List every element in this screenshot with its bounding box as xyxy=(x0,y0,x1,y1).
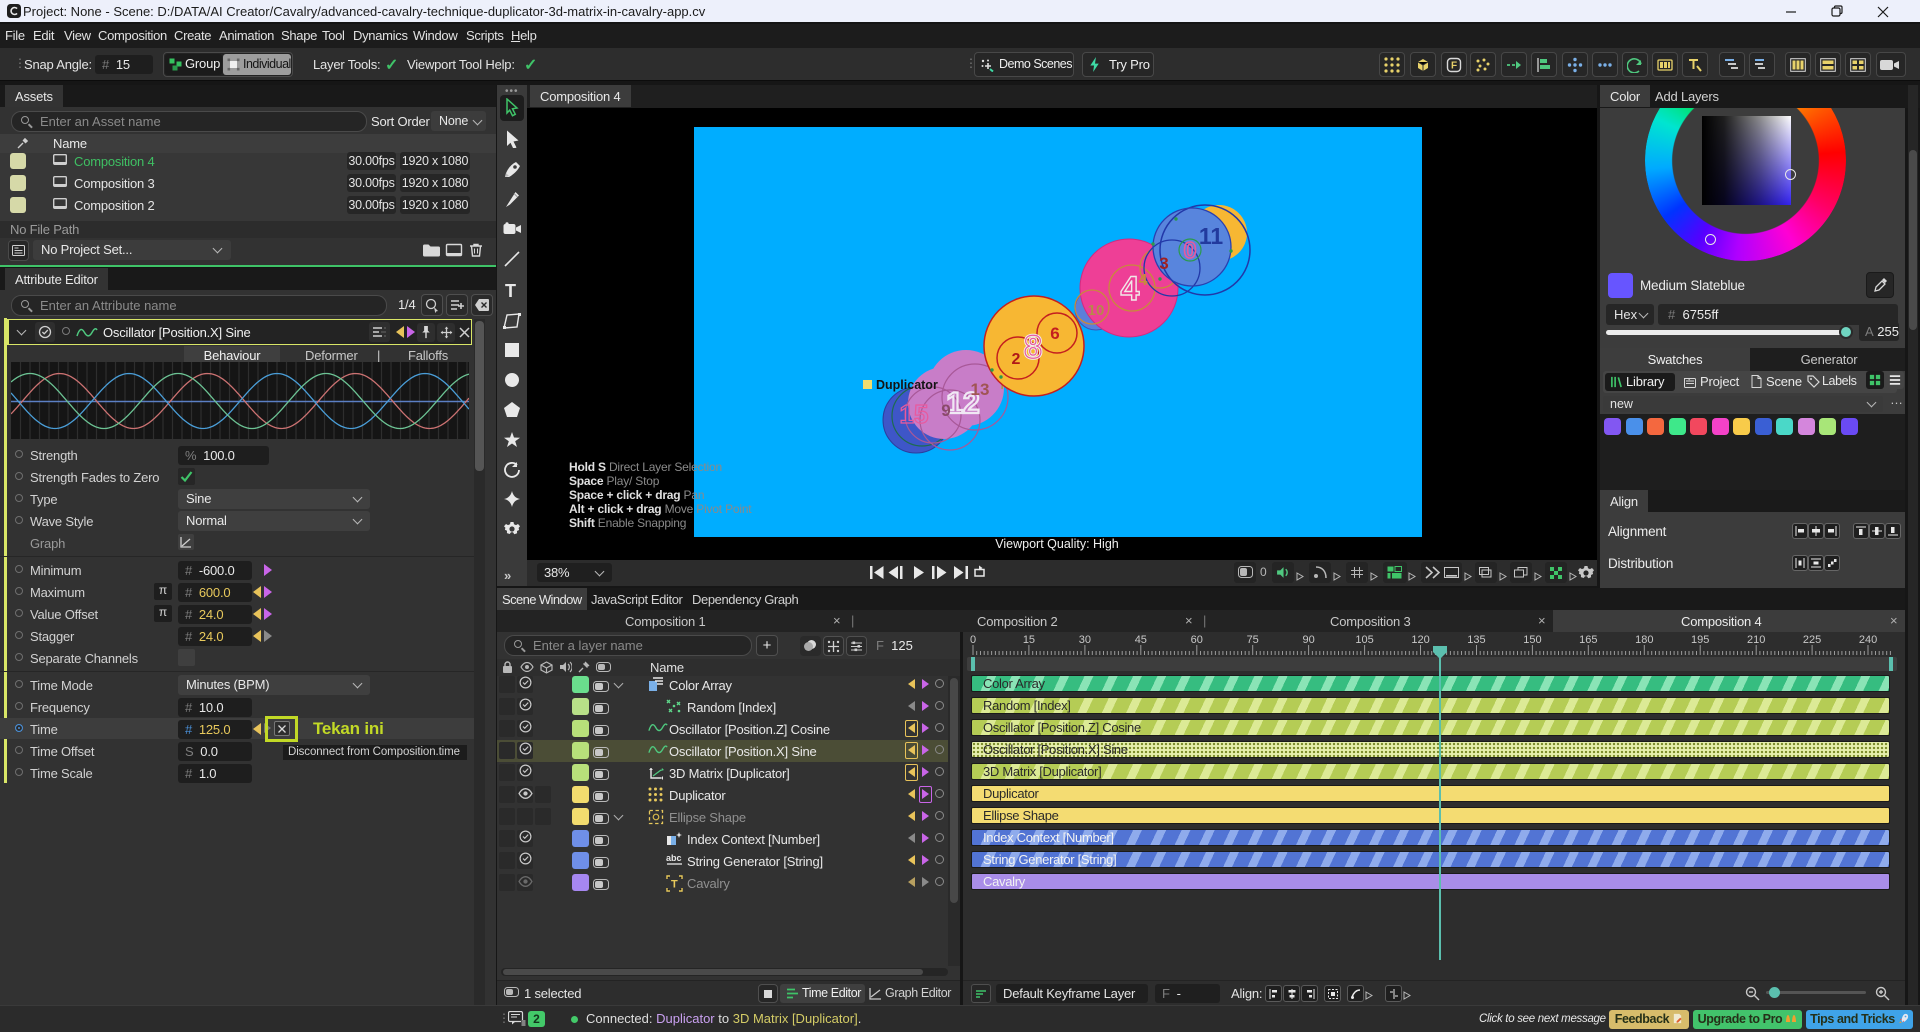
svg-text:9: 9 xyxy=(941,401,950,420)
svg-text:15: 15 xyxy=(900,399,929,429)
svg-text:4: 4 xyxy=(1121,270,1140,308)
svg-text:0: 0 xyxy=(1184,237,1197,263)
svg-text:2: 2 xyxy=(1012,351,1021,368)
svg-text:Duplicator: Duplicator xyxy=(876,378,938,392)
svg-text:11: 11 xyxy=(1199,223,1224,249)
svg-text:abc: abc xyxy=(666,853,682,863)
svg-text:13: 13 xyxy=(971,380,990,399)
svg-text:F: F xyxy=(1451,61,1457,72)
svg-text:6: 6 xyxy=(1050,324,1059,343)
svg-text:8: 8 xyxy=(1024,329,1042,365)
svg-text:4: 4 xyxy=(1139,272,1148,289)
svg-text:3: 3 xyxy=(1159,254,1168,273)
svg-text:10: 10 xyxy=(1088,302,1105,319)
svg-text:T: T xyxy=(671,879,678,891)
